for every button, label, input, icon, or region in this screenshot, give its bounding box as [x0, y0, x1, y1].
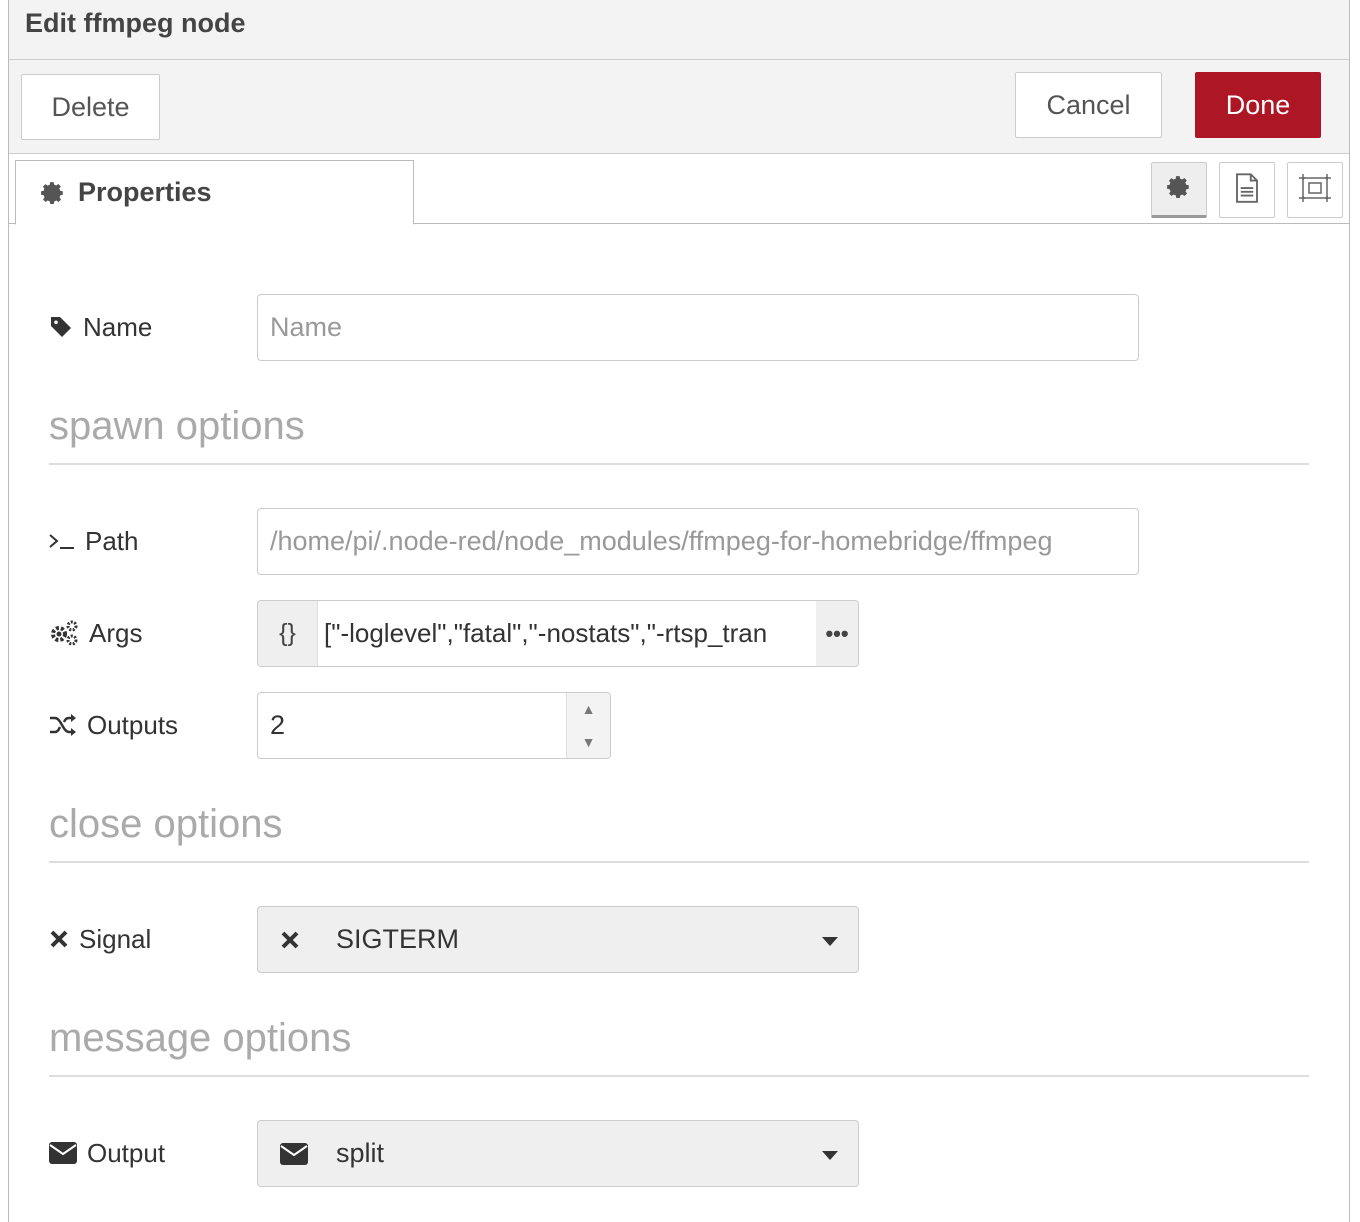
name-label: Name	[49, 294, 152, 360]
tag-icon	[49, 315, 73, 339]
tray-title: Edit ffmpeg node	[25, 8, 246, 38]
close-options-heading: close options	[49, 802, 1309, 863]
envelope-icon	[49, 1142, 77, 1164]
path-input[interactable]	[257, 508, 1139, 575]
path-label: Path	[49, 508, 139, 574]
tray-header: Edit ffmpeg node	[9, 0, 1349, 60]
name-input[interactable]	[257, 294, 1139, 361]
terminal-icon	[49, 531, 75, 551]
name-label-text: Name	[83, 311, 153, 342]
outputs-label: Outputs	[49, 692, 178, 758]
args-expand-button[interactable]: •••	[816, 601, 858, 666]
description-icon	[1234, 172, 1260, 208]
outputs-label-text: Outputs	[87, 709, 179, 740]
tab-properties[interactable]: Properties	[15, 160, 414, 225]
args-label-text: Args	[89, 617, 143, 648]
cancel-button[interactable]: Cancel	[1015, 72, 1162, 138]
signal-label-text: Signal	[79, 923, 152, 954]
close-icon	[49, 929, 69, 949]
chevron-down-icon	[822, 937, 838, 946]
shuffle-icon	[49, 713, 77, 737]
delete-button[interactable]: Delete	[21, 74, 160, 140]
tab-bar: Properties	[9, 154, 1349, 225]
outputs-stepper: ▲ ▼	[566, 693, 610, 758]
args-typed-input[interactable]: {} ["-loglevel","fatal","-nostats","-rts…	[257, 600, 859, 667]
tray-toolbar: Delete Cancel Done	[9, 60, 1349, 154]
gears-icon	[49, 620, 79, 646]
gear-icon	[40, 180, 66, 206]
tab-button-description[interactable]	[1219, 162, 1275, 218]
args-label: Args	[49, 600, 142, 666]
output-select[interactable]: split	[257, 1120, 859, 1187]
output-value: split	[336, 1138, 385, 1168]
path-label-text: Path	[85, 525, 139, 556]
tab-properties-label: Properties	[78, 177, 212, 207]
args-value[interactable]: ["-loglevel","fatal","-nostats","-rtsp_t…	[324, 601, 816, 666]
spawn-options-heading: spawn options	[49, 404, 1309, 465]
message-options-heading: message options	[49, 1016, 1309, 1077]
close-icon	[280, 930, 336, 950]
args-type-selector[interactable]: {}	[258, 601, 318, 666]
gear-icon	[1166, 174, 1192, 205]
output-label: Output	[49, 1120, 165, 1186]
envelope-icon	[280, 1142, 336, 1165]
tab-button-appearance[interactable]	[1287, 162, 1343, 218]
appearance-icon	[1298, 173, 1332, 208]
edit-tray: Edit ffmpeg node Delete Cancel Done Prop…	[8, 0, 1350, 1222]
outputs-value[interactable]: 2	[270, 693, 285, 758]
signal-value: SIGTERM	[336, 924, 460, 954]
signal-label: Signal	[49, 906, 151, 972]
chevron-down-icon	[822, 1151, 838, 1160]
output-label-text: Output	[87, 1137, 166, 1168]
stepper-down-icon[interactable]: ▼	[567, 726, 610, 759]
tab-button-properties[interactable]	[1151, 162, 1207, 218]
outputs-spinner[interactable]: 2 ▲ ▼	[257, 692, 611, 759]
stepper-up-icon[interactable]: ▲	[567, 693, 610, 726]
signal-select[interactable]: SIGTERM	[257, 906, 859, 973]
done-button[interactable]: Done	[1195, 72, 1321, 138]
